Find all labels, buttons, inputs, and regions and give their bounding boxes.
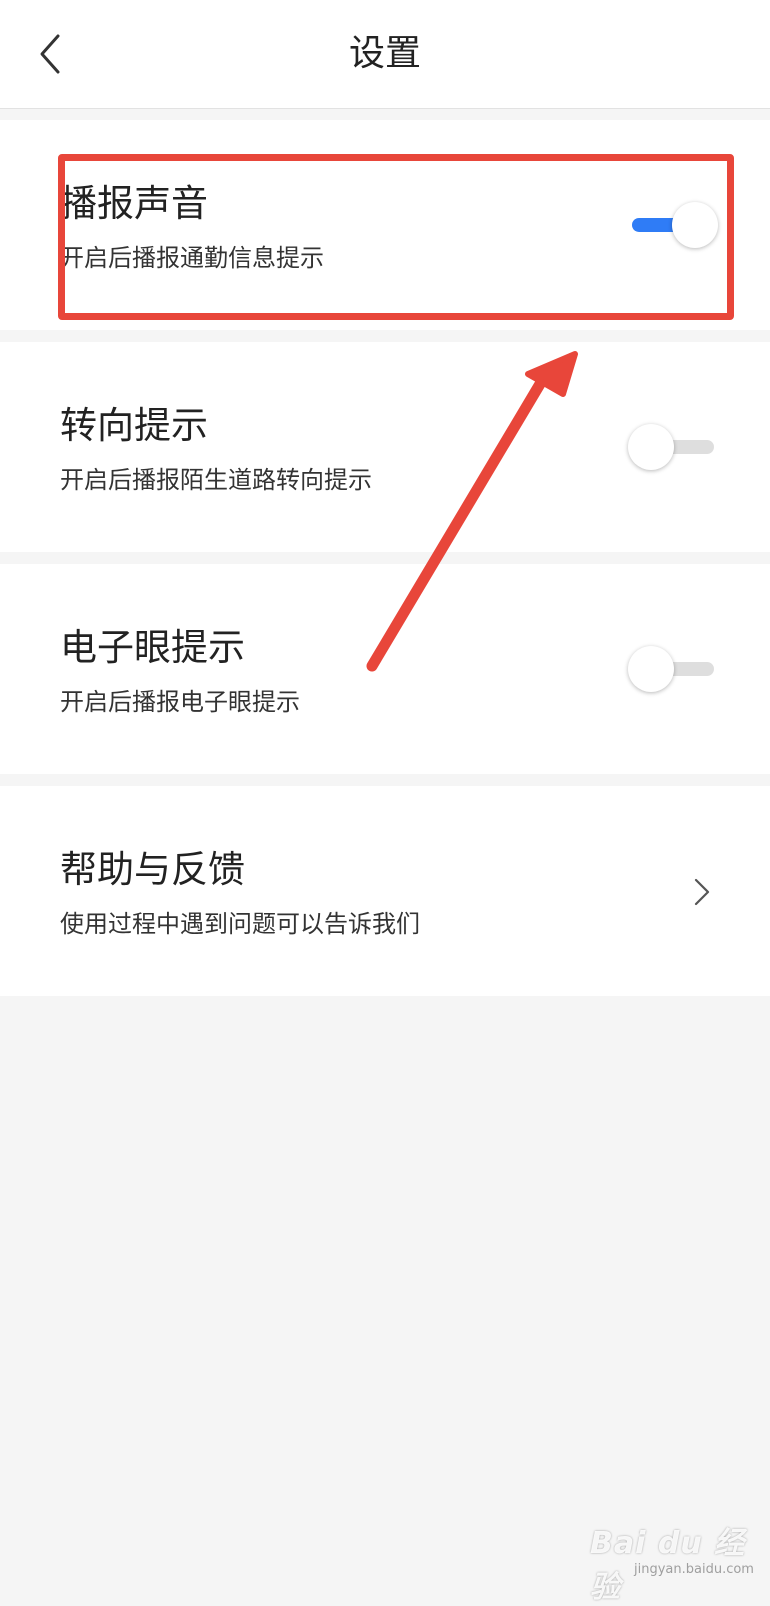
setting-row-camera-prompt: 电子眼提示 开启后播报电子眼提示 — [0, 564, 770, 774]
setting-row-turn-prompt: 转向提示 开启后播报陌生道路转向提示 — [0, 342, 770, 552]
setting-title: 转向提示 — [60, 404, 208, 447]
setting-subtitle: 开启后播报通勤信息提示 — [60, 244, 324, 272]
toggle-knob — [628, 424, 674, 470]
page-title: 设置 — [348, 33, 421, 74]
toggle-knob — [672, 202, 718, 248]
setting-subtitle: 开启后播报陌生道路转向提示 — [60, 466, 372, 494]
header-bar: 设置 — [0, 0, 770, 109]
setting-subtitle: 使用过程中遇到问题可以告诉我们 — [60, 910, 420, 938]
toggle-knob — [628, 646, 674, 692]
setting-row-help-feedback[interactable]: 帮助与反馈 使用过程中遇到问题可以告诉我们 — [0, 786, 770, 996]
watermark: Bai du 经验 jingyan.baidu.com — [586, 1512, 756, 1605]
broadcast-sound-toggle[interactable] — [628, 200, 718, 250]
chevron-right-icon — [694, 878, 710, 906]
setting-title: 帮助与反馈 — [60, 848, 245, 891]
setting-subtitle: 开启后播报电子眼提示 — [60, 688, 300, 716]
camera-prompt-toggle[interactable] — [628, 644, 718, 694]
turn-prompt-toggle[interactable] — [628, 422, 718, 472]
setting-title: 播报声音 — [60, 182, 208, 225]
setting-title: 电子眼提示 — [60, 626, 245, 669]
setting-row-broadcast-sound: 播报声音 开启后播报通勤信息提示 — [0, 120, 770, 330]
watermark-url: jingyan.baidu.com — [634, 1562, 754, 1577]
